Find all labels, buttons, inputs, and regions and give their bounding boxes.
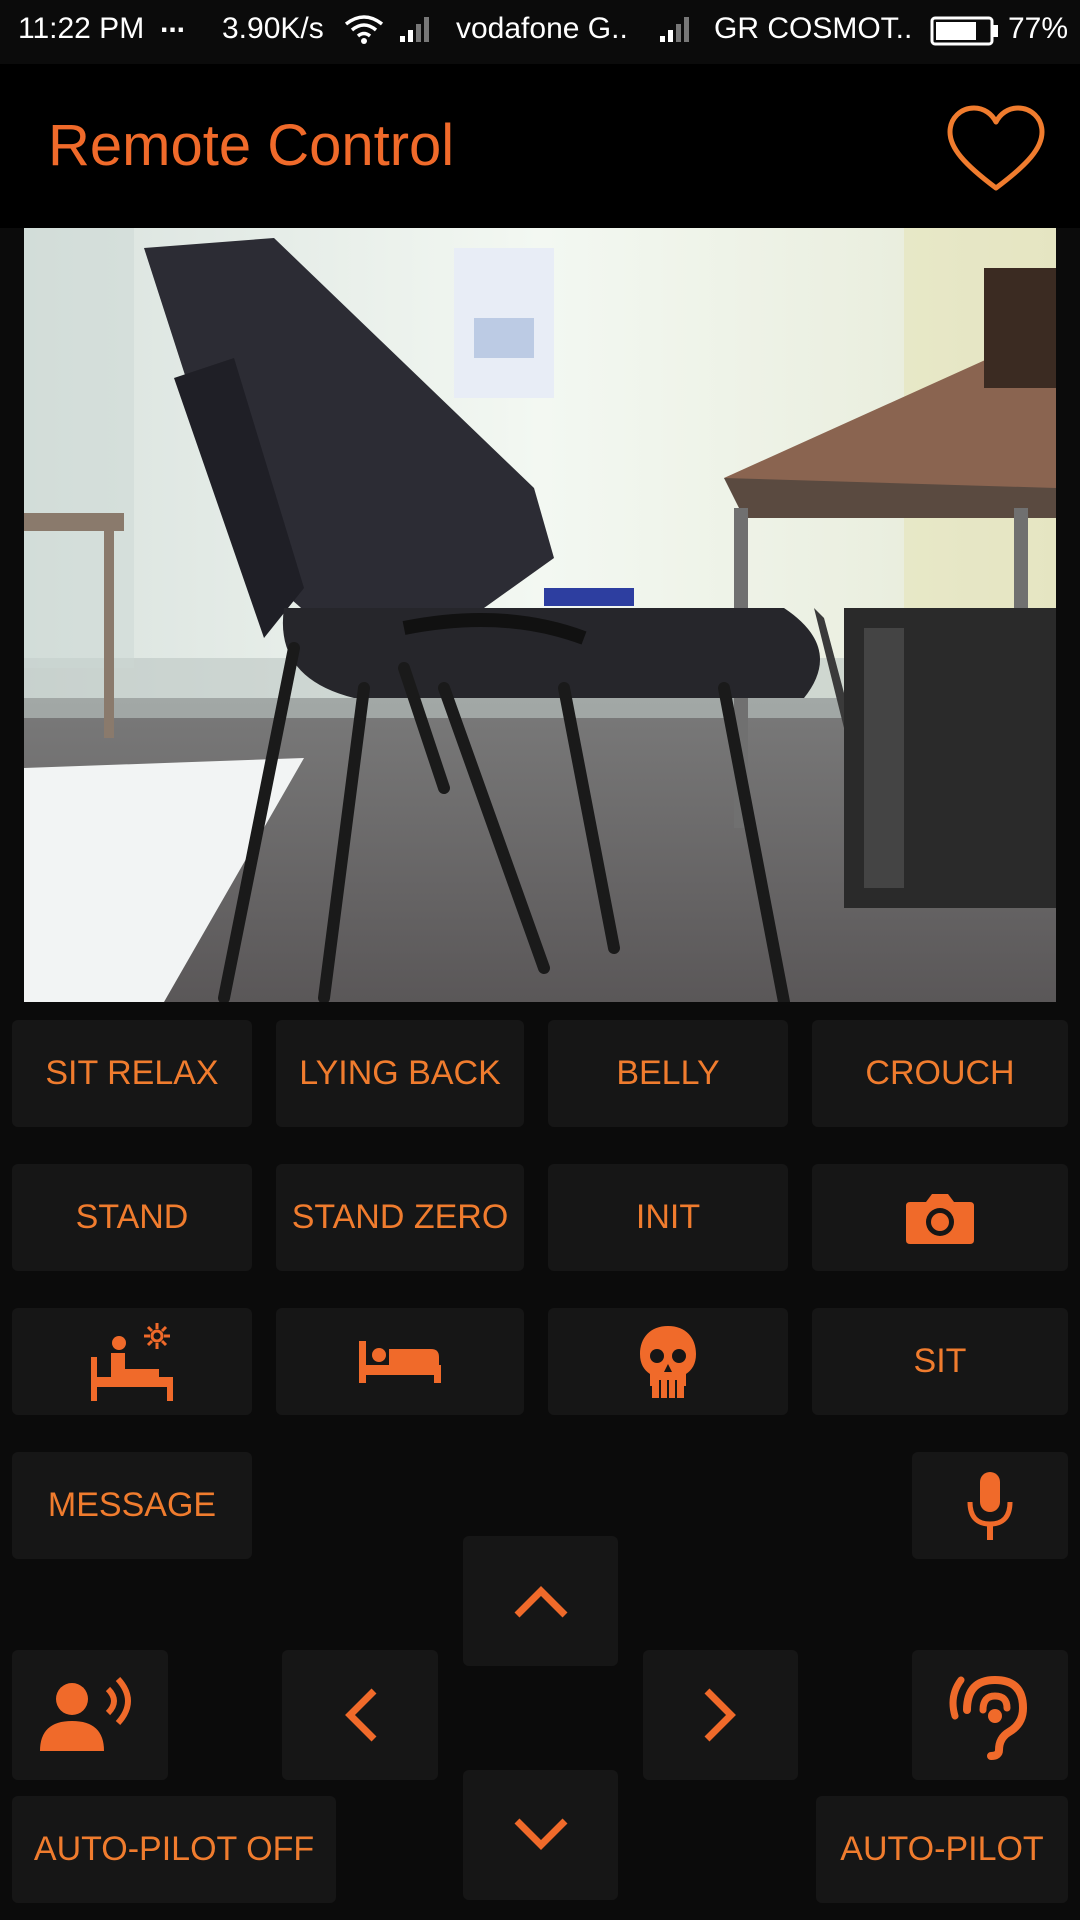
take-photo-button[interactable] — [812, 1164, 1068, 1271]
speaking-person-icon — [38, 1677, 142, 1753]
stand-button[interactable]: STAND — [12, 1164, 252, 1271]
ear-icon — [947, 1670, 1033, 1760]
move-forward-button[interactable] — [463, 1536, 618, 1666]
speak-button[interactable] — [12, 1650, 168, 1780]
signal-icon-1 — [398, 14, 434, 52]
move-backward-button[interactable] — [463, 1770, 618, 1900]
camera-icon — [904, 1190, 976, 1246]
wake-up-button[interactable] — [12, 1308, 252, 1415]
turn-left-button[interactable] — [282, 1650, 438, 1780]
stand-zero-button[interactable]: STAND ZERO — [276, 1164, 524, 1271]
favorite-button[interactable] — [944, 100, 1048, 204]
carrier-1: vodafone G.. — [456, 12, 628, 45]
lying-back-button[interactable]: LYING BACK — [276, 1020, 524, 1127]
microphone-button[interactable] — [912, 1452, 1068, 1559]
network-speed: 3.90K/s — [222, 12, 324, 45]
signal-icon-2 — [658, 14, 694, 52]
autopilot-button[interactable]: AUTO-PILOT — [816, 1796, 1068, 1903]
rest-button[interactable] — [276, 1308, 524, 1415]
status-time: 11:22 PM — [18, 12, 145, 45]
app-bar: Remote Control — [0, 64, 1080, 228]
skull-icon — [638, 1324, 698, 1400]
init-button[interactable]: INIT — [548, 1164, 788, 1271]
app-title: Remote Control — [48, 113, 455, 178]
crouch-button[interactable]: CROUCH — [812, 1020, 1068, 1127]
chevron-left-icon — [342, 1687, 378, 1743]
status-bar: 11:22 PM ... 3.90K/s vodafone G.. GR COS… — [0, 0, 1080, 64]
turn-right-button[interactable] — [643, 1650, 798, 1780]
wifi-icon — [344, 14, 384, 52]
carrier-2: GR COSMOT.. — [714, 12, 913, 45]
autopilot-off-button[interactable]: AUTO-PILOT OFF — [12, 1796, 336, 1903]
battery-icon — [930, 16, 1000, 54]
heart-icon — [944, 105, 1048, 208]
bed-sun-icon — [89, 1321, 175, 1403]
message-button[interactable]: MESSAGE — [12, 1452, 252, 1559]
battery-percent: 77% — [1008, 12, 1069, 45]
chevron-right-icon — [703, 1687, 739, 1743]
listen-button[interactable] — [912, 1650, 1068, 1780]
belly-button[interactable]: BELLY — [548, 1020, 788, 1127]
chevron-down-icon — [513, 1817, 569, 1853]
status-dots: ... — [160, 6, 186, 39]
camera-feed — [24, 228, 1056, 1002]
bed-icon — [357, 1339, 443, 1385]
chevron-up-icon — [513, 1583, 569, 1619]
camera-image — [24, 228, 1056, 1002]
sit-relax-button[interactable]: SIT RELAX — [12, 1020, 252, 1127]
kill-button[interactable] — [548, 1308, 788, 1415]
sit-button[interactable]: SIT — [812, 1308, 1068, 1415]
microphone-icon — [964, 1470, 1016, 1542]
